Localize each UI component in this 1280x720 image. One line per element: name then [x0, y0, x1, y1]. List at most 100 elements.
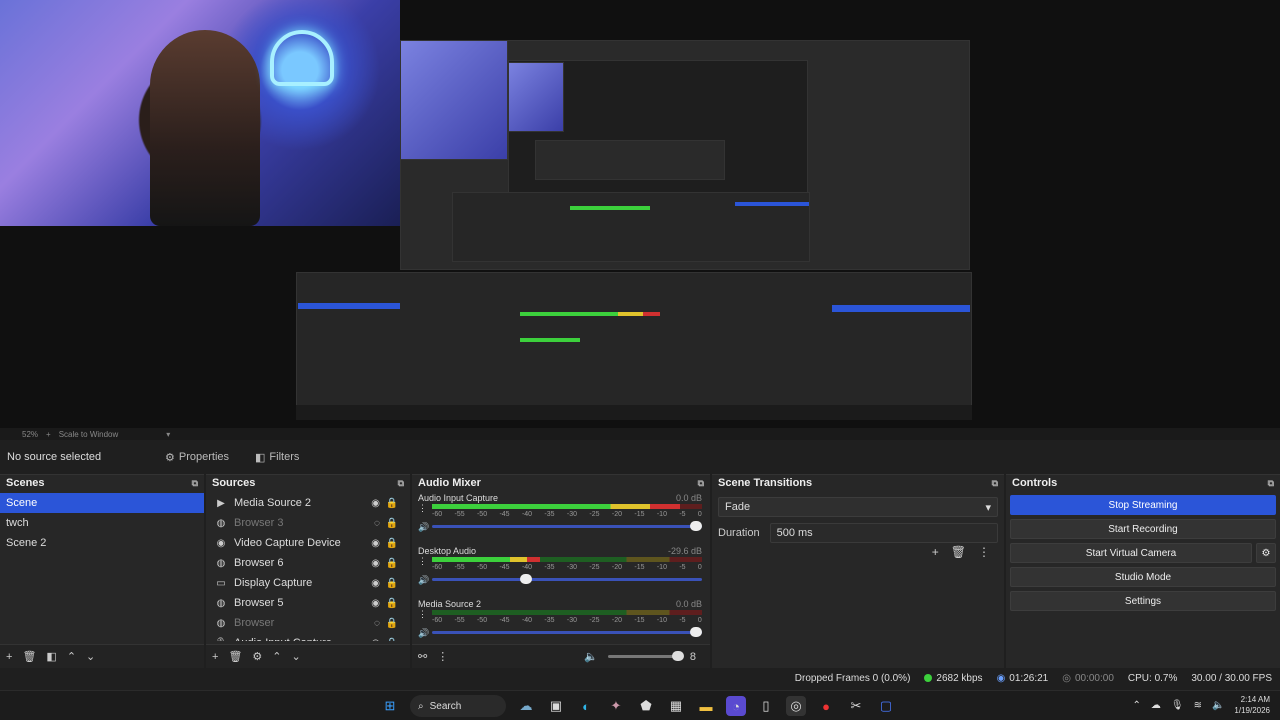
transition-select[interactable]: Fade ▾ [718, 497, 998, 517]
eye-icon[interactable]: ◉ [371, 578, 380, 589]
add-icon[interactable]: + [212, 651, 218, 663]
wifi-icon[interactable]: ≋ [1194, 700, 1202, 711]
move-up-icon[interactable]: ⌃ [67, 650, 76, 663]
source-item[interactable]: ◍ Browser ◌ 🔒 [206, 613, 410, 633]
maps-icon[interactable]: ⬟ [636, 696, 656, 716]
zoom-level[interactable]: 52% [22, 430, 38, 439]
more-icon[interactable]: ⋮ [418, 556, 427, 567]
move-up-icon[interactable]: ⌃ [272, 650, 281, 663]
slider-knob[interactable] [690, 627, 702, 637]
move-down-icon[interactable]: ⌄ [292, 650, 301, 663]
volume-slider[interactable] [432, 574, 702, 584]
notepad-icon[interactable]: ▯ [756, 696, 776, 716]
settings-button[interactable]: Settings [1010, 591, 1276, 611]
scene-item[interactable]: twch [0, 513, 204, 533]
source-label: Display Capture [234, 577, 313, 589]
preview-canvas[interactable] [0, 0, 1280, 428]
master-volume-slider[interactable] [607, 651, 684, 661]
start-virtual-camera-button[interactable]: Start Virtual Camera [1010, 543, 1252, 563]
lock-icon[interactable]: 🔒 [386, 498, 398, 509]
eye-icon[interactable]: ◉ [371, 558, 380, 569]
store-icon[interactable]: ▦ [666, 696, 686, 716]
more-icon[interactable]: ⋮ [437, 650, 448, 663]
source-item[interactable]: ◉ Video Capture Device ◉ 🔒 [206, 533, 410, 553]
eye-hidden-icon[interactable]: ◌ [374, 518, 380, 529]
studio-mode-button[interactable]: Studio Mode [1010, 567, 1276, 587]
scene-item[interactable]: Scene [0, 493, 204, 513]
tool-icon[interactable]: ✂ [846, 696, 866, 716]
mic-icon[interactable]: 🎙 [1171, 700, 1184, 711]
more-icon[interactable]: ⋮ [418, 609, 427, 620]
recorder-icon[interactable]: ● [816, 696, 836, 716]
undock-icon[interactable]: ⧉ [698, 478, 704, 489]
gear-icon[interactable]: ⚙ [1256, 543, 1276, 563]
eye-hidden-icon[interactable]: ◌ [374, 618, 380, 629]
lock-icon[interactable]: 🔒 [386, 618, 398, 629]
source-item[interactable]: 🎙 Audio Input Capture ◉ 🔒 [206, 633, 410, 641]
widgets-icon[interactable]: ☁ [516, 696, 536, 716]
slider-knob[interactable] [690, 521, 702, 531]
cloud-icon[interactable]: ☁ [1151, 700, 1161, 711]
source-item[interactable]: ◍ Browser 6 ◉ 🔒 [206, 553, 410, 573]
trash-icon[interactable]: 🗑 [22, 650, 36, 663]
tick-label: -55 [454, 511, 465, 518]
stop-streaming-button[interactable]: Stop Streaming [1010, 495, 1276, 515]
add-icon[interactable]: + [6, 651, 12, 663]
properties-button[interactable]: ⚙ Properties [159, 449, 235, 466]
edge-icon[interactable]: ◐ [576, 696, 596, 716]
undock-icon[interactable]: ⧉ [398, 478, 404, 489]
filter-icon[interactable]: ◧ [46, 650, 56, 663]
volume-slider[interactable] [432, 627, 702, 637]
obs-icon[interactable]: ◎ [786, 696, 806, 716]
source-item[interactable]: ▶ Media Source 2 ◉ 🔒 [206, 493, 410, 513]
copilot-icon[interactable]: ✦ [606, 696, 626, 716]
more-icon[interactable]: ⋮ [418, 503, 427, 514]
filters-button[interactable]: ◧ Filters [249, 449, 305, 466]
link-icon[interactable]: ⚯ [418, 650, 427, 663]
undock-icon[interactable]: ⧉ [192, 478, 198, 489]
undock-icon[interactable]: ⧉ [1268, 478, 1274, 489]
slider-knob[interactable] [519, 574, 532, 584]
volume-slider[interactable] [432, 521, 702, 531]
lock-icon[interactable]: 🔒 [386, 638, 398, 642]
speaker-icon[interactable]: 🔊 [418, 628, 429, 639]
lock-icon[interactable]: 🔒 [386, 558, 398, 569]
lock-icon[interactable]: 🔒 [386, 518, 398, 529]
trash-icon[interactable]: 🗑 [951, 545, 966, 559]
duration-input[interactable]: 500 ms [769, 523, 998, 543]
undock-icon[interactable]: ⧉ [992, 478, 998, 489]
explorer-icon[interactable]: ▬ [696, 696, 716, 716]
volume-icon[interactable]: 🔈 [1212, 700, 1224, 711]
source-item[interactable]: ◍ Browser 5 ◉ 🔒 [206, 593, 410, 613]
gear-icon[interactable]: ⚙ [252, 650, 262, 663]
scale-mode[interactable]: Scale to Window [59, 430, 119, 439]
taskbar-search[interactable]: ⌕ Search [410, 695, 506, 717]
speaker-icon[interactable]: 🔊 [418, 575, 429, 586]
speaker-icon[interactable]: 🔊 [418, 522, 429, 533]
chevron-up-icon[interactable]: ⌃ [1132, 700, 1140, 711]
source-item[interactable]: ▭ Display Capture ◉ 🔒 [206, 573, 410, 593]
move-down-icon[interactable]: ⌄ [86, 650, 95, 663]
more-icon[interactable]: ⋮ [978, 545, 990, 559]
scene-item[interactable]: Scene 2 [0, 533, 204, 553]
speaker-icon[interactable]: 🔈 [584, 650, 598, 663]
source-item[interactable]: ◍ Browser 3 ◌ 🔒 [206, 513, 410, 533]
eye-icon[interactable]: ◉ [371, 598, 380, 609]
clock[interactable]: 2:14 AM 1/19/2026 [1234, 694, 1270, 716]
add-icon[interactable]: + [932, 545, 939, 559]
lock-icon[interactable]: 🔒 [386, 578, 398, 589]
lock-icon[interactable]: 🔒 [386, 538, 398, 549]
discord-icon[interactable]: ◔ [726, 696, 746, 716]
eye-icon[interactable]: ◉ [371, 498, 380, 509]
task-view-icon[interactable]: ▣ [546, 696, 566, 716]
plus-icon[interactable]: + [46, 430, 51, 439]
trash-icon[interactable]: 🗑 [228, 650, 242, 663]
start-recording-button[interactable]: Start Recording [1010, 519, 1276, 539]
eye-icon[interactable]: ◉ [371, 638, 380, 642]
chevron-down-icon[interactable]: ▾ [166, 430, 170, 439]
app-icon[interactable]: ▢ [876, 696, 896, 716]
lock-icon[interactable]: 🔒 [386, 598, 398, 609]
slider-knob[interactable] [671, 651, 684, 661]
eye-icon[interactable]: ◉ [371, 538, 380, 549]
windows-start-icon[interactable]: ⊞ [380, 696, 400, 716]
